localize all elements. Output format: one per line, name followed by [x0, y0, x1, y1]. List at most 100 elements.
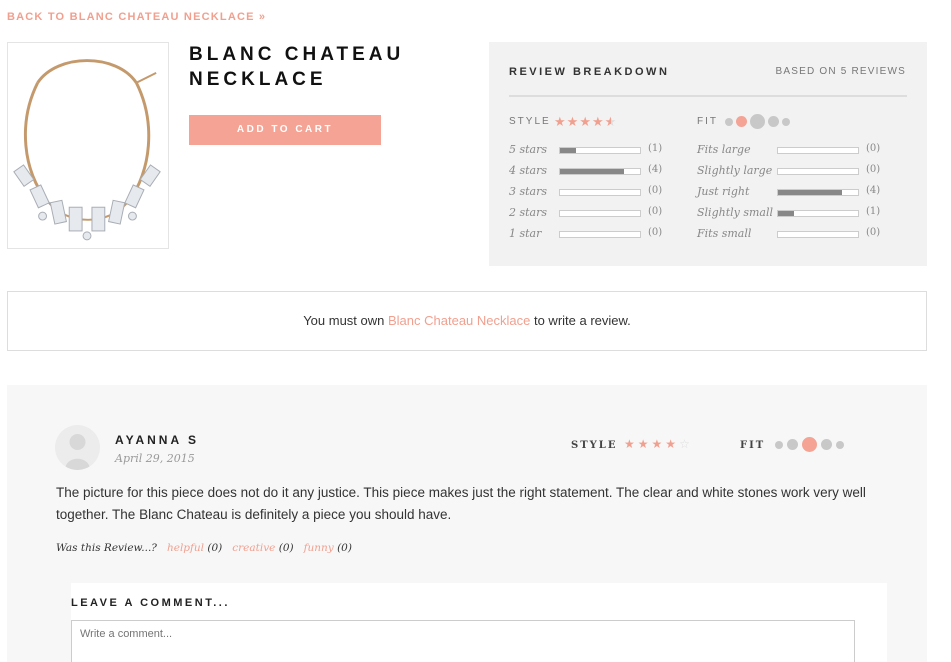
star-histogram-row: 3 stars (0) — [509, 185, 669, 201]
review-breakdown-title: REVIEW BREAKDOWN — [509, 66, 670, 78]
star-icon: ★ — [624, 437, 635, 451]
review-body: The picture for this piece does not do i… — [56, 485, 866, 522]
histogram-count: (0) — [648, 185, 663, 196]
fit-dot — [725, 117, 733, 126]
add-to-cart-button[interactable]: ADD TO CART — [189, 115, 381, 145]
divider — [509, 95, 907, 97]
histogram-bar — [559, 147, 641, 154]
product-title: BLANC CHATEAU NECKLACE — [189, 44, 405, 90]
histogram-fill — [560, 148, 576, 153]
star-icon: ★ — [554, 114, 566, 129]
histogram-count: (4) — [648, 164, 663, 175]
histogram-label: 3 stars — [509, 185, 548, 198]
histogram-count: (0) — [866, 164, 881, 175]
necklace-image — [13, 59, 161, 241]
vote-creative-link[interactable]: creative — [232, 542, 275, 554]
user-silhouette-icon — [65, 434, 90, 470]
fit-histogram-row: Just right (4) — [697, 185, 897, 201]
histogram-count: (4) — [866, 185, 881, 196]
histogram-label: Slightly large — [697, 164, 773, 177]
histogram-count: (0) — [648, 206, 663, 217]
style-rating-stars: ★ ★ ★ ★ ★ — [554, 114, 616, 130]
review-count-label: BASED ON 5 REVIEWS — [775, 66, 906, 77]
helpful-prompt: Was this Review...? — [56, 542, 157, 554]
fit-dot — [782, 117, 790, 126]
vote-count: (0) — [207, 542, 223, 554]
histogram-bar — [777, 210, 859, 217]
review-fit-label: FIT — [740, 440, 766, 451]
histogram-label: 1 star — [509, 227, 542, 240]
histogram-bar — [559, 210, 641, 217]
fit-indicator — [725, 114, 790, 129]
fit-dot — [775, 440, 783, 449]
star-icon: ★ — [566, 114, 579, 129]
histogram-count: (1) — [648, 143, 663, 154]
star-icon: ★ — [637, 437, 649, 451]
back-to-product-link[interactable]: BACK TO BLANC CHATEAU NECKLACE » — [7, 11, 266, 23]
histogram-count: (1) — [866, 206, 881, 217]
star-histogram-row: 1 star (0) — [509, 227, 669, 243]
review-breakdown-panel: REVIEW BREAKDOWN BASED ON 5 REVIEWS STYL… — [489, 42, 927, 266]
star-icon: ★ — [579, 114, 591, 129]
star-histogram-row: 5 stars (1) — [509, 143, 669, 159]
avatar — [55, 425, 100, 470]
histogram-fill — [778, 190, 842, 195]
review-votes: Was this Review...? helpful (0) creative… — [56, 542, 352, 554]
comment-title: LEAVE A COMMENT... — [71, 597, 230, 609]
histogram-label: Fits small — [697, 227, 752, 240]
fit-dot-active — [802, 437, 817, 452]
style-label: STYLE — [509, 116, 551, 127]
review-style-label: STYLE — [571, 440, 618, 451]
comment-textarea[interactable] — [71, 620, 855, 662]
histogram-fill — [778, 211, 794, 216]
fit-dot — [750, 114, 765, 129]
star-icon: ★ — [651, 437, 663, 451]
reviewer-name: AYANNA S — [115, 433, 200, 447]
histogram-label: 2 stars — [509, 206, 548, 219]
histogram-count: (0) — [648, 227, 663, 238]
fit-histogram-row: Fits large (0) — [697, 143, 897, 159]
vote-helpful-link[interactable]: helpful — [167, 542, 204, 554]
fit-dot — [768, 116, 779, 127]
fit-dot — [787, 439, 798, 450]
fit-dot — [821, 439, 832, 450]
histogram-bar — [559, 231, 641, 238]
comment-section: LEAVE A COMMENT... — [71, 583, 887, 662]
notice-text: You must own — [303, 313, 388, 328]
histogram-label: Slightly small — [697, 206, 774, 219]
vote-funny-link[interactable]: funny — [304, 542, 334, 554]
star-icon: ★ — [665, 437, 677, 451]
histogram-label: 4 stars — [509, 164, 548, 177]
review-card: AYANNA S April 29, 2015 STYLE ★ ★ ★ ★ ☆ … — [7, 385, 927, 662]
fit-histogram-row: Slightly small (1) — [697, 206, 897, 222]
notice-text: to write a review. — [530, 313, 631, 328]
product-link[interactable]: Blanc Chateau Necklace — [388, 313, 530, 328]
ownership-notice: You must own Blanc Chateau Necklace to w… — [7, 291, 927, 351]
histogram-count: (0) — [866, 143, 881, 154]
review-date: April 29, 2015 — [115, 452, 195, 465]
histogram-bar — [559, 189, 641, 196]
histogram-bar — [777, 147, 859, 154]
fit-dot — [836, 440, 844, 449]
histogram-label: 5 stars — [509, 143, 548, 156]
star-histogram-row: 2 stars (0) — [509, 206, 669, 222]
vote-count: (0) — [278, 542, 294, 554]
product-image[interactable] — [7, 42, 169, 249]
empty-star-icon: ☆ — [679, 437, 690, 451]
histogram-label: Fits large — [697, 143, 751, 156]
histogram-bar — [777, 231, 859, 238]
histogram-bar — [777, 168, 859, 175]
histogram-fill — [560, 169, 624, 174]
vote-count: (0) — [337, 542, 352, 554]
histogram-count: (0) — [866, 227, 881, 238]
star-icon: ★ — [591, 114, 604, 129]
histogram-label: Just right — [697, 185, 750, 198]
fit-dot-active — [736, 116, 747, 127]
histogram-bar — [559, 168, 641, 175]
fit-label: FIT — [697, 116, 718, 127]
histogram-bar — [777, 189, 859, 196]
half-star-icon: ★ — [604, 114, 617, 129]
star-histogram-row: 4 stars (4) — [509, 164, 669, 180]
fit-histogram-row: Fits small (0) — [697, 227, 897, 243]
review-style-stars: ★ ★ ★ ★ ☆ — [624, 437, 690, 451]
